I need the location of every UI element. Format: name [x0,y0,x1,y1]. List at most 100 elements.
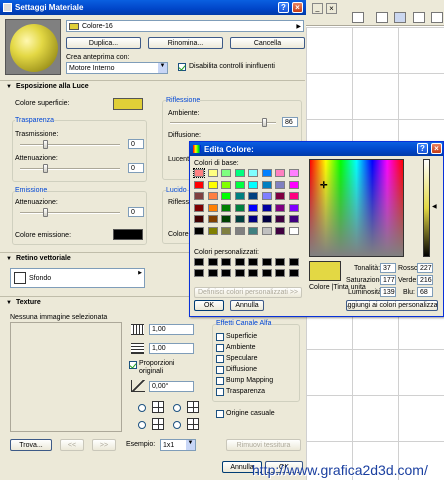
add-custom-color-button[interactable]: Aggiungi ai colori personalizzati [346,300,438,311]
material-name-dropdown[interactable]: Colore-16 ▶ [66,20,304,32]
example-select[interactable]: 1x1 ▼ [160,439,196,451]
basic-color-swatch[interactable] [288,226,299,235]
ambient-slider-thumb[interactable] [262,118,267,127]
toolbar-icon[interactable] [376,12,388,23]
color-ok-button[interactable]: OK [194,300,224,311]
basic-color-swatch[interactable] [221,192,231,200]
alpha-surface-checkbox[interactable] [216,333,224,341]
basic-color-swatch[interactable] [207,226,218,235]
transmission-slider[interactable] [20,144,120,146]
custom-color-swatch[interactable] [194,258,204,266]
duplicate-button[interactable]: Duplica... [66,37,141,49]
custom-color-swatch[interactable] [221,258,231,266]
basic-color-swatch[interactable] [288,192,299,200]
basic-color-swatch[interactable] [261,215,272,223]
help-button[interactable]: ? [278,2,289,13]
basic-color-swatch[interactable] [248,203,258,212]
basic-color-swatch[interactable] [234,215,245,223]
basic-color-swatch[interactable] [248,192,258,200]
luminosity-arrow-icon[interactable]: ◀ [432,203,437,210]
proportions-checkbox[interactable] [129,361,137,369]
attenuation-slider-thumb[interactable] [43,164,48,173]
custom-color-swatch[interactable] [261,258,272,266]
basic-color-swatch[interactable] [193,168,205,178]
texture-angle-input[interactable]: 0,00° [149,381,194,392]
alpha-diffusion-checkbox[interactable] [216,366,224,374]
emission-attenuation-slider[interactable] [20,212,120,214]
basic-color-swatch[interactable] [234,169,245,177]
custom-color-swatch[interactable] [234,258,245,266]
basic-color-swatch[interactable] [221,215,231,223]
alignment-radio[interactable] [138,421,146,429]
basic-color-swatch[interactable] [234,226,245,235]
alpha-specular-checkbox[interactable] [216,355,224,363]
emission-slider-thumb[interactable] [43,208,48,217]
basic-color-swatch[interactable] [221,180,231,189]
color-close-button[interactable]: × [431,143,442,154]
alpha-bump-checkbox[interactable] [216,377,224,385]
toolbar-icon[interactable] [431,12,443,23]
hue-input[interactable]: 37 [380,263,396,273]
custom-color-swatch[interactable] [288,258,299,266]
saturation-input[interactable]: 177 [380,275,396,285]
custom-color-swatch[interactable] [275,269,285,277]
find-texture-button[interactable]: Trova... [10,439,52,451]
emission-attenuation-input[interactable]: 0 [128,207,144,217]
alignment-radio[interactable] [138,404,146,412]
ambient-slider[interactable] [170,122,276,124]
custom-color-swatch[interactable] [234,269,245,277]
red-input[interactable]: 227 [417,263,433,273]
basic-color-swatch[interactable] [288,169,299,177]
close-button[interactable]: × [292,2,303,13]
toolbar-icon[interactable] [413,12,425,23]
next-texture-button[interactable]: >> [92,439,116,451]
color-help-button[interactable]: ? [417,143,428,154]
delete-button[interactable]: Cancella [230,37,305,49]
basic-color-swatch[interactable] [234,180,245,189]
basic-color-swatch[interactable] [207,203,218,212]
basic-color-swatch[interactable] [275,215,285,223]
surface-color-swatch[interactable] [113,98,143,110]
custom-color-swatch[interactable] [248,269,258,277]
basic-color-swatch[interactable] [288,203,299,212]
transmission-input[interactable]: 0 [128,139,144,149]
attenuation-slider[interactable] [20,168,120,170]
basic-color-swatch[interactable] [194,215,204,223]
basic-color-swatch[interactable] [248,215,258,223]
basic-color-swatch[interactable] [261,203,272,212]
basic-color-swatch[interactable] [288,180,299,189]
rename-button[interactable]: Rinomina... [148,37,223,49]
basic-color-swatch[interactable] [194,226,204,235]
custom-color-swatch[interactable] [248,258,258,266]
vector-pattern-picker[interactable]: Sfondo ▶ [10,268,145,288]
basic-color-swatch[interactable] [234,192,245,200]
define-custom-colors-button[interactable]: Definisci colori personalizzati >> [194,287,302,298]
custom-color-swatch[interactable] [207,258,218,266]
basic-color-swatch[interactable] [221,226,231,235]
alignment-radio[interactable] [173,421,181,429]
color-spectrum[interactable] [309,159,404,257]
toolbar-icon[interactable] [394,12,406,23]
random-origin-checkbox[interactable] [216,410,224,418]
custom-color-swatch[interactable] [221,269,231,277]
custom-color-swatch[interactable] [288,269,299,277]
alpha-ambient-checkbox[interactable] [216,344,224,352]
color-cancel-button[interactable]: Annulla [230,300,264,311]
app-close-button[interactable]: × [326,3,337,14]
transmission-slider-thumb[interactable] [43,140,48,149]
alpha-transparency-checkbox[interactable] [216,388,224,396]
basic-color-swatch[interactable] [207,215,218,223]
basic-color-swatch[interactable] [194,192,204,200]
basic-color-swatch[interactable] [221,169,231,177]
disable-controls-checkbox[interactable] [178,63,186,71]
basic-color-swatch[interactable] [275,180,285,189]
basic-color-swatch[interactable] [194,203,204,212]
green-input[interactable]: 216 [417,275,433,285]
alignment-radio[interactable] [173,404,181,412]
basic-color-swatch[interactable] [275,192,285,200]
basic-color-swatch[interactable] [248,180,258,189]
luminosity-input[interactable]: 139 [380,287,396,297]
basic-color-swatch[interactable] [261,226,272,235]
toolbar-icon[interactable] [352,12,364,23]
preview-engine-select[interactable]: Motore Interno ▼ [66,62,168,74]
